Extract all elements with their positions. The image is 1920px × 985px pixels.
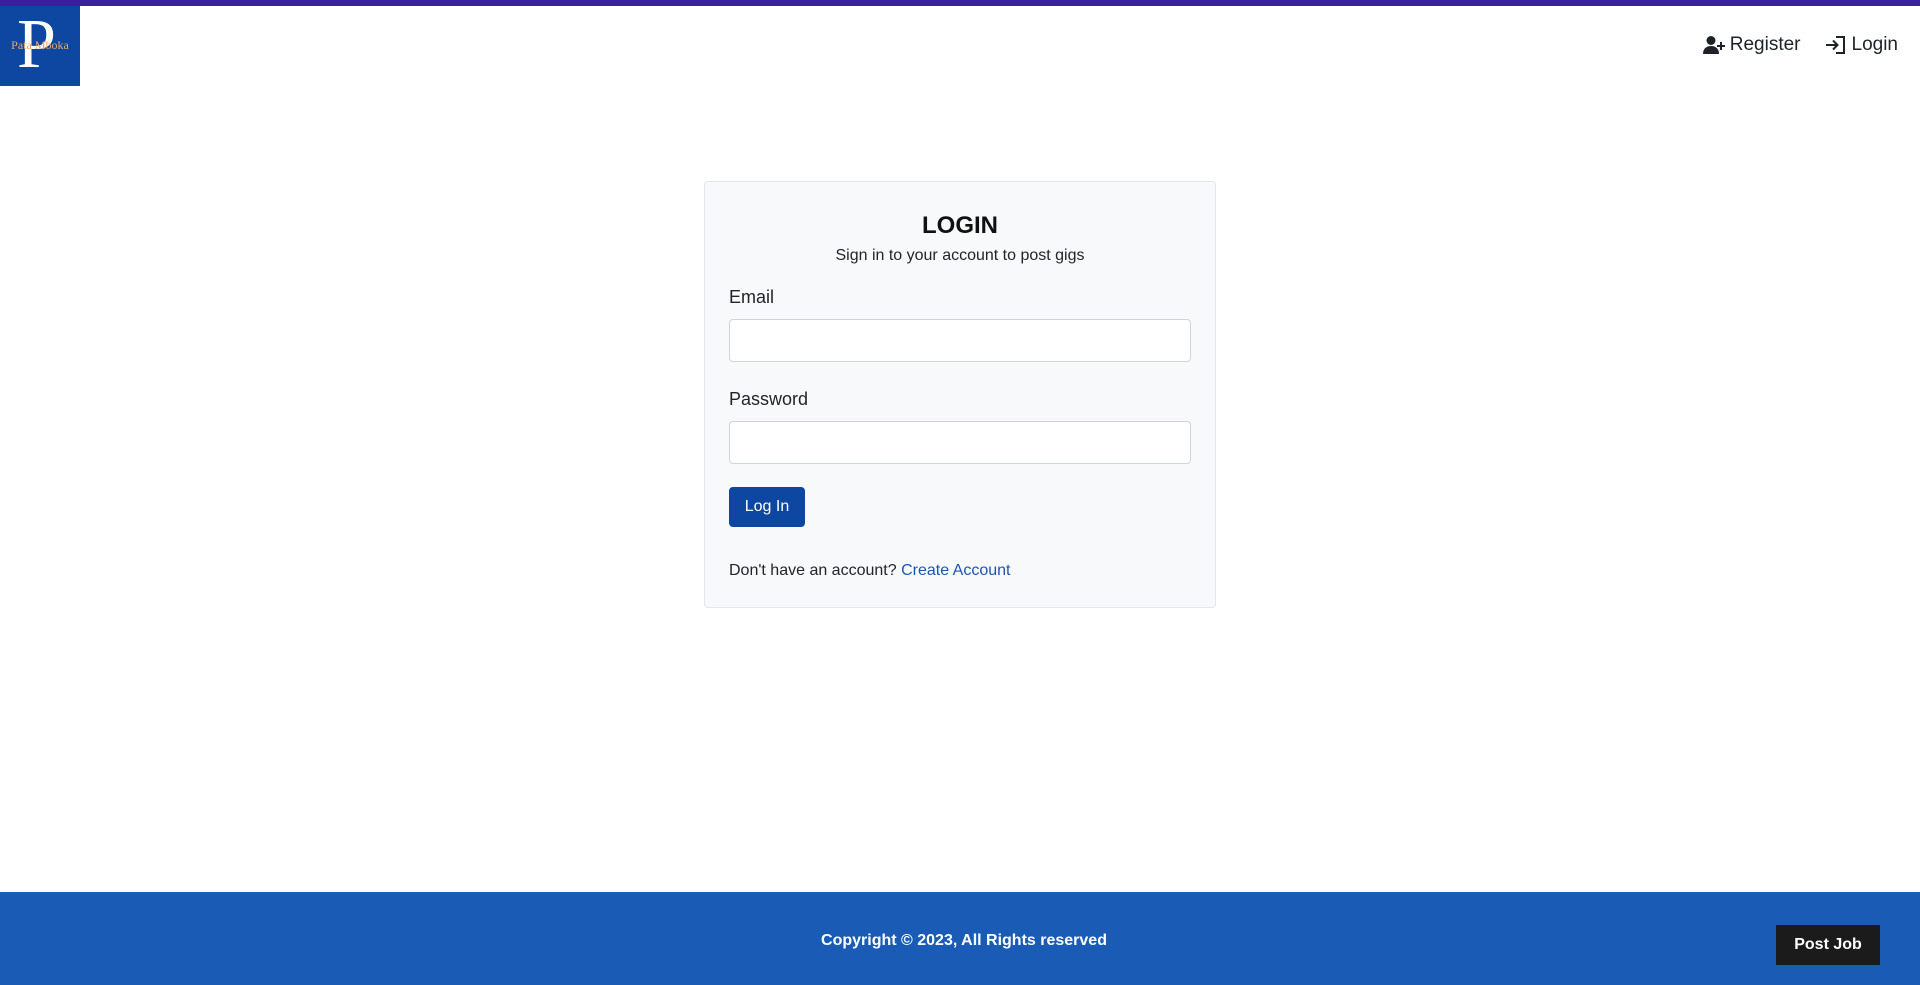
post-job-button[interactable]: Post Job bbox=[1776, 925, 1880, 965]
login-button[interactable]: Log In bbox=[729, 487, 805, 527]
nav-links: Register Login bbox=[1702, 34, 1899, 56]
logo-text: Pata Mboka bbox=[11, 38, 69, 52]
create-account-link[interactable]: Create Account bbox=[901, 562, 1010, 579]
login-link[interactable]: Login bbox=[1825, 34, 1899, 56]
password-label: Password bbox=[729, 389, 809, 409]
password-field[interactable] bbox=[729, 421, 1191, 464]
signup-prompt: Don't have an account? Create Account bbox=[729, 562, 1010, 580]
copyright-text: Copyright © 2023, All Rights reserved bbox=[821, 932, 1107, 949]
email-label: Email bbox=[729, 287, 775, 307]
login-card: LOGIN Sign in to your account to post gi… bbox=[704, 181, 1216, 608]
email-field[interactable] bbox=[729, 319, 1191, 362]
user-plus-icon bbox=[1702, 36, 1725, 54]
navbar: P Pata Mboka Register Login bbox=[0, 6, 1920, 86]
page-title: LOGIN bbox=[922, 212, 998, 239]
page-subtitle: Sign in to your account to post gigs bbox=[835, 247, 1085, 264]
sign-in-icon bbox=[1825, 36, 1845, 54]
register-link[interactable]: Register bbox=[1702, 34, 1801, 56]
footer: Copyright © 2023, All Rights reserved Po… bbox=[0, 892, 1920, 985]
site-logo[interactable]: P Pata Mboka bbox=[0, 6, 80, 86]
register-label: Register bbox=[1729, 34, 1801, 55]
login-label: Login bbox=[1851, 34, 1899, 55]
no-account-text: Don't have an account? bbox=[729, 562, 897, 579]
